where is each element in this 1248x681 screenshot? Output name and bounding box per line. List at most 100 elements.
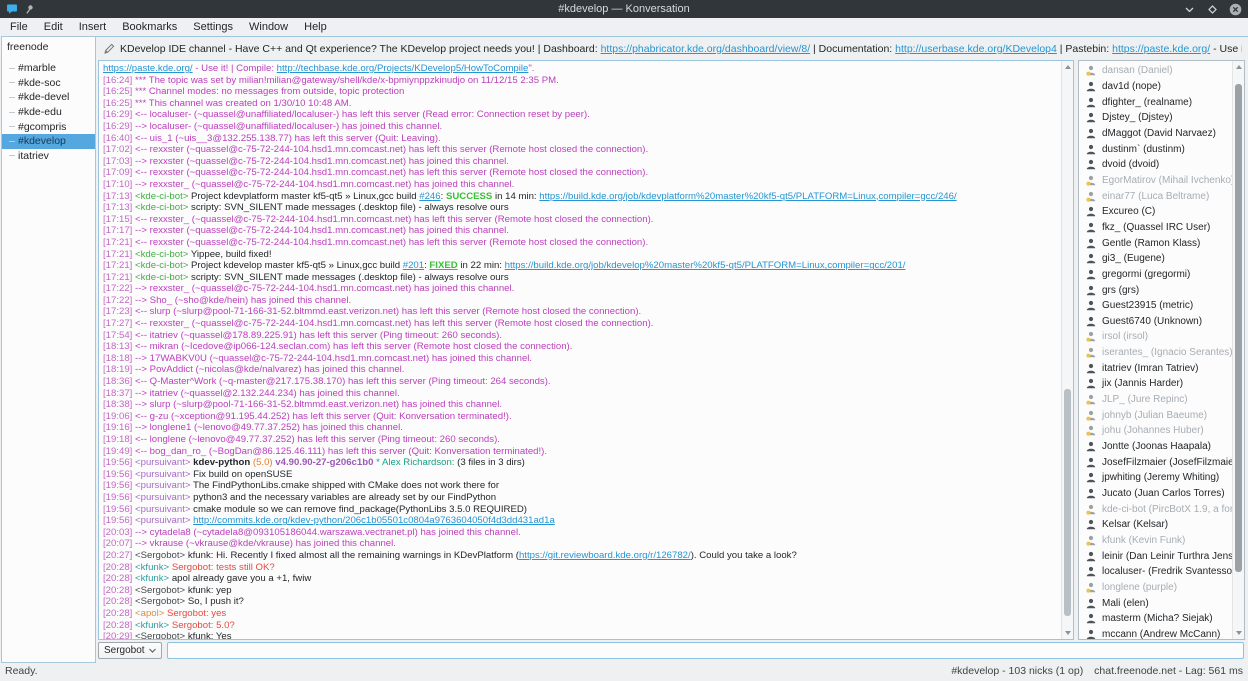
menu-window[interactable]: Window: [241, 20, 296, 34]
nick-list-item[interactable]: Jucato (Juan Carlos Torres): [1079, 486, 1232, 502]
chat-line: [17:02] <-- rexxster (~quassel@c-75-72-2…: [103, 144, 1061, 156]
chat-scroll-thumb[interactable]: [1064, 389, 1071, 616]
nick-list-item[interactable]: Jontte (Joonas Haapala): [1079, 439, 1232, 455]
nick-list-item[interactable]: longlene (purple): [1079, 580, 1232, 596]
link[interactable]: http://userbase.kde.org/KDevelop4: [895, 43, 1057, 55]
nick-scroll-thumb[interactable]: [1235, 84, 1242, 572]
nick-list-item[interactable]: leinir (Dan Leinir Turthra Jensen): [1079, 548, 1232, 564]
sidebar-item-itatriev[interactable]: itatriev: [2, 149, 95, 164]
nick-list-item[interactable]: EgorMatirov (Mihail Ivchenko): [1079, 173, 1232, 189]
nick-list-item[interactable]: Gentle (Ramon Klass): [1079, 235, 1232, 251]
nick-list-item[interactable]: johnyb (Julian Baeume): [1079, 407, 1232, 423]
nick-list-item[interactable]: irsol (irsol): [1079, 329, 1232, 345]
nick-list-item[interactable]: kfunk (Kevin Funk): [1079, 533, 1232, 549]
scroll-down-icon[interactable]: [1233, 627, 1244, 639]
nick-list-item[interactable]: dansan (Daniel): [1079, 63, 1232, 79]
nick-list-item[interactable]: gi3_ (Eugene): [1079, 251, 1232, 267]
timestamp: [17:15]: [103, 214, 135, 225]
chat-line: [16:40] <-- uis_1 (~uis__3@132.255.138.7…: [103, 133, 1061, 145]
nick-list-item[interactable]: Kelsar (Kelsar): [1079, 517, 1232, 533]
nick-list-item[interactable]: Mali (elen): [1079, 595, 1232, 611]
nick-list-item[interactable]: Djstey_ (Djstey): [1079, 110, 1232, 126]
nick-list: dansan (Daniel)dav1d (nope)dfighter_ (re…: [1079, 61, 1232, 639]
nick-list-item[interactable]: dMaggot (David Narvaez): [1079, 126, 1232, 142]
chat-line: [17:13] <kde-ci-bot> scripty: SVN_SILENT…: [103, 202, 1061, 214]
input-row: Sergobot: [96, 641, 1248, 663]
link[interactable]: https://build.kde.org/job/kdevelop%20mas…: [505, 260, 906, 271]
timestamp: [17:27]: [103, 318, 135, 329]
chat-line: [17:22] --> rexxster_ (~quassel@c-75-72-…: [103, 283, 1061, 295]
chat-line: [17:22] --> Sho_ (~sho@kde/hein) has joi…: [103, 295, 1061, 307]
edit-topic-icon[interactable]: [103, 43, 115, 55]
menu-bookmarks[interactable]: Bookmarks: [114, 20, 185, 34]
user-icon: [1086, 410, 1096, 421]
nick-list-item[interactable]: gregormi (gregormi): [1079, 267, 1232, 283]
nick-list-item[interactable]: iserantes_ (Ignacio Serantes): [1079, 345, 1232, 361]
menu-file[interactable]: File: [2, 20, 36, 34]
minimize-button[interactable]: [1183, 3, 1196, 16]
scroll-up-icon[interactable]: [1233, 61, 1244, 73]
link[interactable]: https://git.reviewboard.kde.org/r/126782…: [519, 550, 691, 561]
nick-list-item[interactable]: dustinm` (dustinm): [1079, 141, 1232, 157]
nick-list-item[interactable]: itatriev (Imran Tatriev): [1079, 360, 1232, 376]
menu-insert[interactable]: Insert: [71, 20, 115, 34]
nick-selector[interactable]: Sergobot: [98, 642, 162, 659]
chat-line: [17:21] <kde-ci-bot> scripty: SVN_SILENT…: [103, 272, 1061, 284]
link[interactable]: http://techbase.kde.org/Projects/KDevelo…: [277, 63, 529, 74]
nick-list-item[interactable]: JLP_ (Jure Repinc): [1079, 392, 1232, 408]
link[interactable]: https://paste.kde.org/: [103, 63, 193, 74]
sidebar-item-marble[interactable]: #marble: [2, 61, 95, 76]
link[interactable]: https://build.kde.org/job/kdevplatform%2…: [539, 191, 956, 202]
menu-settings[interactable]: Settings: [185, 20, 241, 34]
nick-list-item[interactable]: dfighter_ (realname): [1079, 94, 1232, 110]
close-button[interactable]: [1229, 3, 1242, 16]
nick-list-item[interactable]: localuser- (Fredrik Svantesson): [1079, 564, 1232, 580]
nick-name: Excureo (C): [1102, 206, 1155, 217]
sidebar-item-kde-edu[interactable]: #kde-edu: [2, 105, 95, 120]
chat-scrollbar[interactable]: [1061, 61, 1073, 639]
nick-scrollbar[interactable]: [1232, 61, 1244, 639]
user-icon: [1086, 425, 1096, 436]
timestamp: [20:29]: [103, 631, 135, 639]
link[interactable]: #246: [419, 191, 440, 202]
scroll-down-icon[interactable]: [1062, 627, 1073, 639]
menu-edit[interactable]: Edit: [36, 20, 71, 34]
chat-line: [18:37] --> itatriev (~quassel@2.132.244…: [103, 388, 1061, 400]
link[interactable]: https://paste.kde.org/: [1112, 43, 1210, 55]
nick-list-item[interactable]: jix (Jannis Harder): [1079, 376, 1232, 392]
timestamp: [17:21]: [103, 272, 135, 283]
event-text: --> longlene1 (~lenovo@49.77.37.252) has…: [135, 422, 403, 433]
sidebar-item-kde-soc[interactable]: #kde-soc: [2, 76, 95, 91]
link[interactable]: #201: [403, 260, 424, 271]
sidebar-item-kde-devel[interactable]: #kde-devel: [2, 90, 95, 105]
nick-label: <kde-ci-bot>: [135, 272, 191, 283]
nick-list-item[interactable]: Guest6740 (Unknown): [1079, 314, 1232, 330]
nick-list-item[interactable]: johu (Johannes Huber): [1079, 423, 1232, 439]
sidebar-item-gcompris[interactable]: #gcompris: [2, 119, 95, 134]
nick-list-item[interactable]: kde-ci-bot (PircBotX 1.9, a fork of ...: [1079, 501, 1232, 517]
nick-name: JLP_ (Jure Repinc): [1102, 394, 1188, 405]
nick-label: <Sergobot>: [135, 585, 188, 596]
maximize-button[interactable]: [1206, 3, 1219, 16]
nick-list-item[interactable]: grs (grs): [1079, 282, 1232, 298]
menu-help[interactable]: Help: [296, 20, 335, 34]
nick-label: <apol>: [135, 608, 167, 619]
scroll-up-icon[interactable]: [1062, 61, 1073, 73]
chat-line: [19:06] <-- g-zu (~xception@91.195.44.25…: [103, 411, 1061, 423]
sidebar-item-kdevelop[interactable]: #kdevelop: [2, 134, 95, 149]
nick-list-item[interactable]: dvoid (dvoid): [1079, 157, 1232, 173]
nick-list-item[interactable]: JosefFilzmaier (JosefFilzmaier): [1079, 454, 1232, 470]
nick-list-item[interactable]: Excureo (C): [1079, 204, 1232, 220]
sidebar-item-server[interactable]: freenode: [2, 37, 95, 55]
nick-list-item[interactable]: masterm (Micha? Siejak): [1079, 611, 1232, 627]
nick-list-item[interactable]: jpwhiting (Jeremy Whiting): [1079, 470, 1232, 486]
link[interactable]: http://commits.kde.org/kdev-python/206c1…: [193, 515, 555, 526]
nick-list-item[interactable]: fkz_ (Quassel IRC User): [1079, 220, 1232, 236]
nick-list-item[interactable]: einar77 (Luca Beltrame): [1079, 188, 1232, 204]
channel-label: #kde-soc: [18, 77, 61, 89]
message-input[interactable]: [167, 642, 1244, 659]
nick-list-item[interactable]: dav1d (nope): [1079, 79, 1232, 95]
link[interactable]: https://phabricator.kde.org/dashboard/vi…: [601, 43, 811, 55]
nick-list-item[interactable]: mccann (Andrew McCann): [1079, 627, 1232, 639]
nick-list-item[interactable]: Guest23915 (metric): [1079, 298, 1232, 314]
